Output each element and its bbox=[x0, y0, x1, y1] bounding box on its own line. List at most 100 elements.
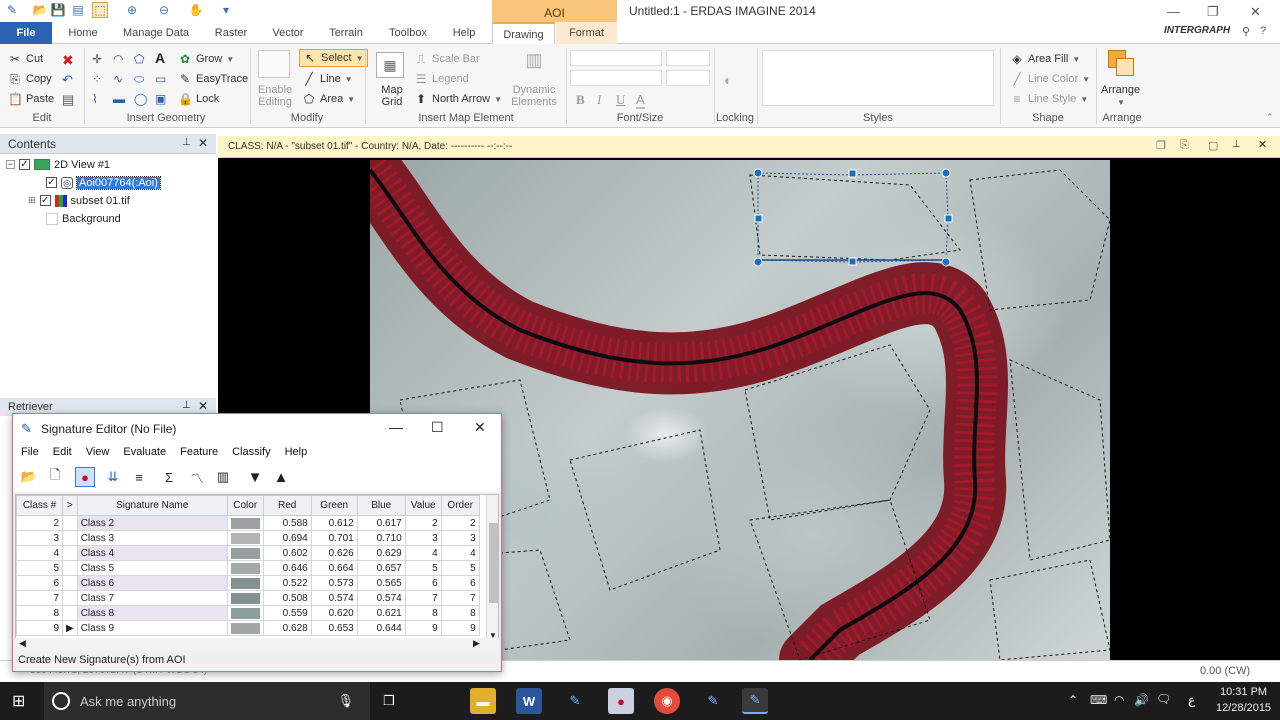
tree-item-2d-view[interactable]: − ✓ 2D View #1 bbox=[6, 156, 110, 173]
color-swatch[interactable] bbox=[230, 562, 260, 574]
close-button[interactable]: ✕ bbox=[1250, 4, 1261, 20]
col-order[interactable]: Order bbox=[440, 495, 480, 516]
checkbox-2d-view[interactable]: ✓ bbox=[19, 159, 30, 170]
clock-date[interactable]: 12/28/2015 bbox=[1216, 702, 1271, 714]
row-order[interactable]: 8 bbox=[440, 605, 480, 621]
pin-icon[interactable]: ⊥ bbox=[182, 400, 191, 411]
row-color[interactable] bbox=[226, 545, 264, 561]
color-swatch[interactable] bbox=[230, 532, 260, 544]
delete-icon[interactable]: ✖ bbox=[62, 52, 74, 69]
scroll-right-icon[interactable]: ▶ bbox=[473, 638, 480, 649]
row-value[interactable]: 9 bbox=[404, 620, 442, 636]
expand-icon[interactable]: ⊞ bbox=[28, 195, 36, 206]
col-marker[interactable]: > bbox=[62, 495, 78, 516]
row-marker[interactable] bbox=[62, 560, 78, 576]
row-order[interactable]: 4 bbox=[440, 545, 480, 561]
pin-ribbon-icon[interactable]: ⚲ bbox=[1242, 25, 1250, 38]
move-up-icon[interactable]: ▲ bbox=[271, 467, 291, 487]
polyline-icon[interactable]: ⌇ bbox=[92, 92, 98, 106]
windows-start-icon[interactable]: ⊞ bbox=[12, 691, 25, 711]
ellipse-icon[interactable]: ⬭ bbox=[134, 72, 144, 87]
tab-vector[interactable]: Vector bbox=[266, 22, 310, 44]
box-icon[interactable]: ▬ bbox=[113, 92, 125, 106]
row-order[interactable]: 9 bbox=[440, 620, 480, 636]
row-class-number[interactable]: 3 bbox=[16, 530, 63, 546]
row-blue[interactable]: 0.621 bbox=[356, 605, 406, 621]
clock-time[interactable]: 10:31 PM bbox=[1220, 686, 1267, 698]
statistics-icon[interactable]: Σ bbox=[159, 467, 179, 487]
row-class-number[interactable]: 2 bbox=[16, 515, 63, 531]
new-file-icon[interactable]: 🗋 bbox=[45, 467, 65, 487]
maximize-button[interactable]: ☐ bbox=[431, 419, 444, 436]
font-color-button[interactable]: A bbox=[636, 92, 645, 109]
bold-button[interactable]: B bbox=[576, 92, 585, 108]
row-value[interactable]: 3 bbox=[404, 530, 442, 546]
erdas-taskbar-icon-active[interactable]: ✎ bbox=[742, 688, 768, 714]
table-row[interactable]: 5 Class 5 0.646 0.664 0.657 5 5 bbox=[16, 560, 480, 576]
image-icon[interactable]: ▣ bbox=[155, 92, 166, 106]
row-value[interactable]: 5 bbox=[404, 560, 442, 576]
row-blue[interactable]: 0.710 bbox=[356, 530, 406, 546]
font-size-dropdown[interactable] bbox=[666, 50, 710, 66]
row-value[interactable]: 2 bbox=[404, 515, 442, 531]
row-class-number[interactable]: 4 bbox=[16, 545, 63, 561]
view-window-icon[interactable]: ▢ bbox=[1208, 139, 1218, 152]
keyboard-icon[interactable]: ⌨ bbox=[1090, 693, 1107, 707]
table-row[interactable]: 3 Class 3 0.694 0.701 0.710 3 3 bbox=[16, 530, 480, 546]
select-button[interactable]: ↖ Select ▼ bbox=[299, 49, 368, 67]
row-blue[interactable]: 0.657 bbox=[356, 560, 406, 576]
pan-icon[interactable]: ✋ bbox=[188, 2, 204, 18]
lock-button[interactable]: 🔒 Lock bbox=[178, 92, 219, 106]
undo-icon[interactable]: ↶ bbox=[62, 72, 73, 88]
row-blue[interactable]: 0.629 bbox=[356, 545, 406, 561]
row-class-number[interactable]: 7 bbox=[16, 590, 63, 606]
scale-bar-button[interactable]: ⎍ Scale Bar bbox=[414, 52, 480, 66]
col-class-number[interactable]: Class # bbox=[16, 495, 63, 516]
table-row[interactable]: 2 Class 2 0.588 0.612 0.617 2 2 bbox=[16, 515, 480, 531]
view-close-icon[interactable]: ✕ bbox=[1258, 138, 1267, 151]
erdas-viewer-icon[interactable]: ● bbox=[608, 688, 634, 714]
styles-gallery[interactable] bbox=[762, 50, 994, 106]
row-class-number[interactable]: 8 bbox=[16, 605, 63, 621]
row-signature-name[interactable]: Class 9 bbox=[76, 620, 228, 636]
row-color[interactable] bbox=[226, 620, 264, 636]
row-class-number[interactable]: 5 bbox=[16, 560, 63, 576]
row-color[interactable] bbox=[226, 560, 264, 576]
row-order[interactable]: 7 bbox=[440, 590, 480, 606]
row-color[interactable] bbox=[226, 575, 264, 591]
zoom-out-icon[interactable]: ⊖ bbox=[156, 2, 172, 18]
collapse-icon[interactable]: − bbox=[6, 160, 15, 169]
row-marker[interactable]: ▶ bbox=[62, 620, 78, 636]
row-marker[interactable] bbox=[62, 530, 78, 546]
table-row[interactable]: 4 Class 4 0.602 0.626 0.629 4 4 bbox=[16, 545, 480, 561]
horizontal-scrollbar[interactable]: ◀ ▶ bbox=[15, 638, 499, 650]
close-panel-icon[interactable]: ✕ bbox=[198, 136, 208, 150]
menu-view[interactable]: View bbox=[86, 446, 110, 458]
locking-icon[interactable]: ◐ bbox=[724, 72, 732, 88]
row-blue[interactable]: 0.617 bbox=[356, 515, 406, 531]
histogram-icon[interactable]: ▥ bbox=[213, 467, 233, 487]
menu-help[interactable]: Help bbox=[285, 446, 308, 458]
signature-cell-table[interactable]: Class # > Signature Name Color Red Green… bbox=[16, 495, 480, 636]
row-red[interactable]: 0.694 bbox=[262, 530, 312, 546]
microphone-icon[interactable]: 🎙 bbox=[337, 693, 354, 709]
close-button[interactable]: ✕ bbox=[474, 419, 486, 436]
line-color-button[interactable]: ╱ Line Color ▼ bbox=[1010, 72, 1090, 86]
row-signature-name[interactable]: Class 3 bbox=[76, 530, 228, 546]
col-blue[interactable]: Blue bbox=[356, 495, 406, 516]
word-icon[interactable]: W bbox=[516, 688, 542, 714]
tab-terrain[interactable]: Terrain bbox=[322, 22, 370, 44]
arrange-button[interactable]: Arrange bbox=[1101, 84, 1140, 96]
row-value[interactable]: 7 bbox=[404, 590, 442, 606]
tray-chevron-icon[interactable]: ⌃ bbox=[1068, 693, 1078, 707]
north-arrow-button[interactable]: ⬆ North Arrow ▼ bbox=[414, 92, 502, 106]
row-red[interactable]: 0.588 bbox=[262, 515, 312, 531]
tab-manage-data[interactable]: Manage Data bbox=[118, 22, 194, 44]
color-swatch[interactable] bbox=[230, 622, 260, 634]
menu-file[interactable]: File bbox=[21, 446, 39, 458]
text-icon[interactable]: A bbox=[155, 50, 165, 66]
tree-item-background[interactable]: Background bbox=[46, 210, 121, 227]
row-blue[interactable]: 0.565 bbox=[356, 575, 406, 591]
row-blue[interactable]: 0.644 bbox=[356, 620, 406, 636]
row-color[interactable] bbox=[226, 605, 264, 621]
